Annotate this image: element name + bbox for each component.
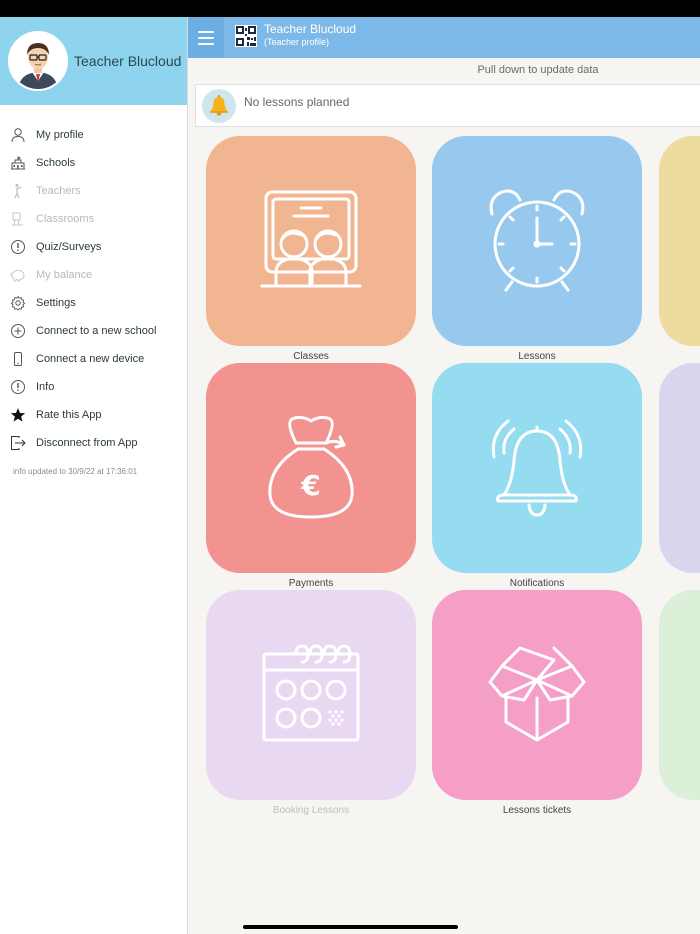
plus-circle-icon xyxy=(9,322,27,340)
sidebar-item-schools[interactable]: Schools xyxy=(0,149,187,177)
star-icon xyxy=(9,406,27,424)
tile-label-booking-lessons: Booking Lessons xyxy=(272,805,350,816)
menu-button[interactable] xyxy=(188,17,224,58)
calendar-icon xyxy=(262,644,360,742)
pull-to-refresh-hint: Pull down to update data xyxy=(188,64,700,76)
sidebar-item-label: Disconnect from App xyxy=(36,437,138,449)
user-icon xyxy=(9,126,27,144)
tile-lessons-tickets[interactable] xyxy=(432,590,642,800)
piggy-bank-icon xyxy=(9,266,27,284)
teacher-icon xyxy=(9,182,27,200)
bell-icon xyxy=(491,419,583,517)
svg-text:€: € xyxy=(300,469,320,502)
gear-icon xyxy=(9,294,27,312)
sidebar-item-label: Settings xyxy=(36,297,76,309)
tile-label-classes: Classes xyxy=(293,351,329,362)
tile-booking-lessons[interactable] xyxy=(206,590,416,800)
tile-label-notifications: Notifications xyxy=(509,578,565,589)
tile-partial-3[interactable] xyxy=(659,590,700,800)
lessons-notice[interactable]: No lessons planned xyxy=(195,84,700,127)
sidebar-item-connect-device[interactable]: Connect a new device xyxy=(0,345,187,373)
top-bar-subtitle: (Teacher profile) xyxy=(264,37,330,47)
classes-icon xyxy=(260,190,362,288)
tile-label-lessons-tickets: Lessons tickets xyxy=(502,805,572,816)
info-icon xyxy=(9,378,27,396)
phone-icon xyxy=(9,350,27,368)
sidebar-item-label: Classrooms xyxy=(36,213,95,225)
money-bag-icon: € xyxy=(268,415,354,519)
last-updated-text: info updated to 30/9/22 at 17:36:01 xyxy=(13,467,138,476)
classroom-icon xyxy=(9,210,27,228)
sidebar-item-quiz-surveys[interactable]: Quiz/Surveys xyxy=(0,233,187,261)
school-icon xyxy=(9,154,27,172)
avatar[interactable] xyxy=(8,31,68,91)
top-bar: Teacher Blucloud (Teacher profile) xyxy=(188,17,700,58)
sidebar-item-disconnect[interactable]: Disconnect from App xyxy=(0,429,187,457)
sidebar-item-my-profile[interactable]: My profile xyxy=(0,121,187,149)
sidebar-item-label: Teachers xyxy=(36,185,81,197)
tile-notifications[interactable] xyxy=(432,363,642,573)
tile-label-payments: Payments xyxy=(288,578,334,589)
teacher-avatar-icon xyxy=(10,33,66,89)
sidebar: Teacher Blucloud My profile Schools Teac… xyxy=(0,17,188,934)
tile-partial-2[interactable] xyxy=(659,363,700,573)
hamburger-icon xyxy=(198,30,214,33)
sidebar-item-label: Connect a new device xyxy=(36,353,145,365)
sidebar-item-label: Connect to a new school xyxy=(36,325,157,337)
sidebar-item-info[interactable]: Info xyxy=(0,373,187,401)
tile-partial-1[interactable] xyxy=(659,136,700,346)
alarm-clock-icon xyxy=(489,189,585,292)
home-indicator[interactable] xyxy=(243,925,458,929)
sidebar-item-label: Rate this App xyxy=(36,409,102,421)
tile-payments[interactable]: € xyxy=(206,363,416,573)
logout-icon xyxy=(9,434,27,452)
sidebar-item-teachers[interactable]: Teachers xyxy=(0,177,187,205)
pull-to-refresh-text: Pull down to update data xyxy=(477,64,599,76)
qr-code-icon[interactable] xyxy=(235,25,257,47)
tile-classes[interactable] xyxy=(206,136,416,346)
sidebar-item-label: Schools xyxy=(36,157,76,169)
top-bar-title: Teacher Blucloud xyxy=(264,22,357,36)
tile-lessons[interactable] xyxy=(432,136,642,346)
sidebar-menu: My profile Schools Teachers Classrooms Q… xyxy=(0,105,187,457)
sidebar-item-classrooms[interactable]: Classrooms xyxy=(0,205,187,233)
sidebar-item-label: Quiz/Surveys xyxy=(36,241,102,253)
sidebar-item-label: My balance xyxy=(36,269,93,281)
sidebar-item-label: Info xyxy=(36,381,55,393)
open-box-icon xyxy=(488,646,586,742)
notice-bell-icon xyxy=(202,88,236,123)
sidebar-item-my-balance[interactable]: My balance xyxy=(0,261,187,289)
sidebar-item-rate-app[interactable]: Rate this App xyxy=(0,401,187,429)
status-bar xyxy=(0,0,700,17)
sidebar-item-label: My profile xyxy=(36,129,84,141)
sidebar-header: Teacher Blucloud xyxy=(0,17,187,105)
sidebar-item-settings[interactable]: Settings xyxy=(0,289,187,317)
sidebar-item-connect-school[interactable]: Connect to a new school xyxy=(0,317,187,345)
quiz-icon xyxy=(9,238,27,256)
sidebar-user-name: Teacher Blucloud xyxy=(74,53,182,69)
notice-text: No lessons planned xyxy=(244,94,350,109)
tile-label-lessons: Lessons xyxy=(518,351,556,362)
